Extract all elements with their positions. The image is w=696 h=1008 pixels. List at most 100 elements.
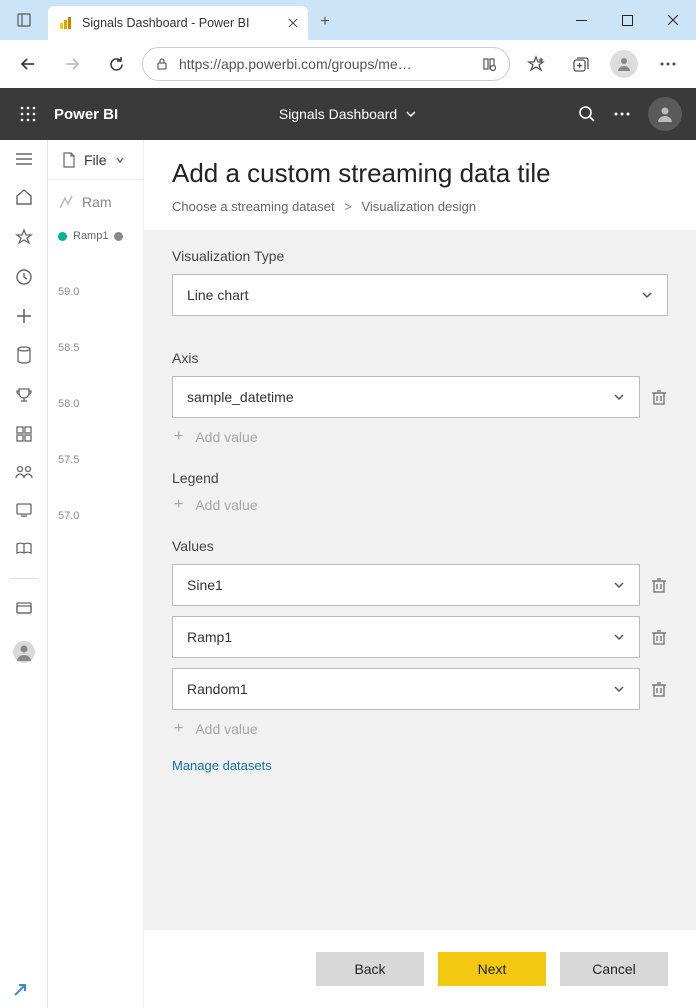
value-1: Ramp1 xyxy=(187,629,232,645)
value-select-2[interactable]: Random1 xyxy=(172,668,640,710)
profile-button[interactable] xyxy=(606,46,642,82)
nav-datasets-icon[interactable] xyxy=(16,346,32,364)
dashboard-canvas: File Ram Ramp1 59.0 58.5 58.0 57.5 57.0 xyxy=(48,140,144,1008)
favorites-button[interactable] xyxy=(518,46,554,82)
pbi-more-icon[interactable] xyxy=(614,112,630,116)
window-minimize-icon[interactable] xyxy=(558,0,604,40)
reading-mode-icon[interactable] xyxy=(481,56,497,72)
value-0: Sine1 xyxy=(187,577,223,593)
nav-home-icon[interactable] xyxy=(15,188,33,206)
address-bar: https://app.powerbi.com/groups/me… xyxy=(0,40,696,88)
file-menu-label: File xyxy=(84,152,107,168)
chevron-down-icon xyxy=(613,579,625,591)
add-value-label: Add value xyxy=(195,497,257,513)
nav-myworkspace-icon[interactable] xyxy=(15,601,33,617)
back-button[interactable]: Back xyxy=(316,952,424,986)
value-delete-0[interactable] xyxy=(650,577,668,593)
url-box[interactable]: https://app.powerbi.com/groups/me… xyxy=(142,47,510,81)
nav-rail xyxy=(0,140,48,1008)
panel-header: Add a custom streaming data tile Choose … xyxy=(144,140,696,230)
chart-ytick: 57.0 xyxy=(58,510,143,522)
legend-add-value[interactable]: + Add value xyxy=(174,496,668,514)
panel-title: Add a custom streaming data tile xyxy=(172,158,668,189)
window-close-icon[interactable] xyxy=(650,0,696,40)
nav-collapse-icon[interactable] xyxy=(15,152,33,166)
nav-recent-icon[interactable] xyxy=(15,268,33,286)
values-add-value[interactable]: + Add value xyxy=(174,720,668,738)
nav-shared-icon[interactable] xyxy=(15,464,33,480)
app-launcher-icon[interactable] xyxy=(14,106,42,122)
nav-learn-icon[interactable] xyxy=(15,502,33,518)
window-controls xyxy=(558,0,696,40)
values-label: Values xyxy=(172,538,668,554)
add-value-label: Add value xyxy=(195,721,257,737)
lock-icon xyxy=(155,57,169,71)
nav-account-icon[interactable] xyxy=(13,641,35,663)
axis-value: sample_datetime xyxy=(187,389,294,405)
chevron-down-icon xyxy=(613,683,625,695)
section-legend: Legend + Add value xyxy=(144,452,696,520)
file-menu[interactable]: File xyxy=(48,140,143,180)
section-axis: Axis sample_datetime + Add value xyxy=(144,320,696,452)
chevron-down-icon xyxy=(613,631,625,643)
browser-more-button[interactable] xyxy=(650,46,686,82)
chevron-down-icon xyxy=(405,108,417,120)
cancel-button[interactable]: Cancel xyxy=(560,952,668,986)
dashboard-title: Signals Dashboard xyxy=(279,106,397,122)
axis-add-value[interactable]: + Add value xyxy=(174,428,668,446)
breadcrumb-step-2: Visualization design xyxy=(361,199,476,214)
browser-tab[interactable]: Signals Dashboard - Power BI xyxy=(48,6,308,40)
url-text: https://app.powerbi.com/groups/me… xyxy=(179,56,471,72)
tab-title: Signals Dashboard - Power BI xyxy=(82,16,280,30)
viz-type-select[interactable]: Line chart xyxy=(172,274,668,316)
tab-actions-icon[interactable] xyxy=(0,0,48,40)
breadcrumb-step-1[interactable]: Choose a streaming dataset xyxy=(172,199,335,214)
nav-back-button[interactable] xyxy=(10,46,46,82)
streaming-tile-panel: Add a custom streaming data tile Choose … xyxy=(144,140,696,1008)
chevron-down-icon xyxy=(115,155,125,165)
panel-footer: Back Next Cancel xyxy=(144,930,696,1008)
plus-icon: + xyxy=(174,428,183,446)
chart-ytick: 57.5 xyxy=(58,454,143,466)
expand-handle-icon[interactable] xyxy=(12,982,28,998)
nav-favorites-icon[interactable] xyxy=(15,228,33,246)
add-value-label: Add value xyxy=(195,429,257,445)
value-delete-1[interactable] xyxy=(650,629,668,645)
viz-type-value: Line chart xyxy=(187,287,248,303)
value-select-0[interactable]: Sine1 xyxy=(172,564,640,606)
chevron-down-icon xyxy=(641,289,653,301)
manage-datasets-link[interactable]: Manage datasets xyxy=(172,758,272,773)
chart-ytick: 59.0 xyxy=(58,286,143,298)
axis-select[interactable]: sample_datetime xyxy=(172,376,640,418)
breadcrumb: Choose a streaming dataset > Visualizati… xyxy=(172,199,668,214)
tile-title: Ram xyxy=(82,194,112,210)
new-tab-button[interactable]: + xyxy=(308,4,342,40)
search-icon[interactable] xyxy=(578,105,596,123)
dashboard-title-dropdown[interactable]: Signals Dashboard xyxy=(279,106,417,122)
nav-refresh-button[interactable] xyxy=(98,46,134,82)
legend-label: Legend xyxy=(172,470,668,486)
value-2: Random1 xyxy=(187,681,248,697)
value-select-1[interactable]: Ramp1 xyxy=(172,616,640,658)
nav-workspaces-icon[interactable] xyxy=(15,540,33,556)
chart-ytick: 58.5 xyxy=(58,342,143,354)
pbi-brand[interactable]: Power BI xyxy=(54,106,118,123)
collections-button[interactable] xyxy=(562,46,598,82)
browser-chrome: Signals Dashboard - Power BI + https://a… xyxy=(0,0,696,88)
dashboard-tile[interactable]: Ram Ramp1 59.0 58.5 58.0 57.5 57.0 xyxy=(58,194,143,522)
value-delete-2[interactable] xyxy=(650,681,668,697)
streaming-icon xyxy=(58,194,74,210)
nav-apps-icon[interactable] xyxy=(16,426,32,442)
chart-ytick: 58.0 xyxy=(58,398,143,410)
tab-close-icon[interactable] xyxy=(288,18,298,28)
next-button[interactable]: Next xyxy=(438,952,546,986)
legend-label: Ramp1 xyxy=(73,230,108,242)
user-avatar[interactable] xyxy=(648,97,682,131)
plus-icon: + xyxy=(174,496,183,514)
nav-create-icon[interactable] xyxy=(16,308,32,324)
file-icon xyxy=(62,152,76,168)
nav-goals-icon[interactable] xyxy=(15,386,33,404)
axis-delete-button[interactable] xyxy=(650,389,668,405)
window-maximize-icon[interactable] xyxy=(604,0,650,40)
nav-forward-button xyxy=(54,46,90,82)
